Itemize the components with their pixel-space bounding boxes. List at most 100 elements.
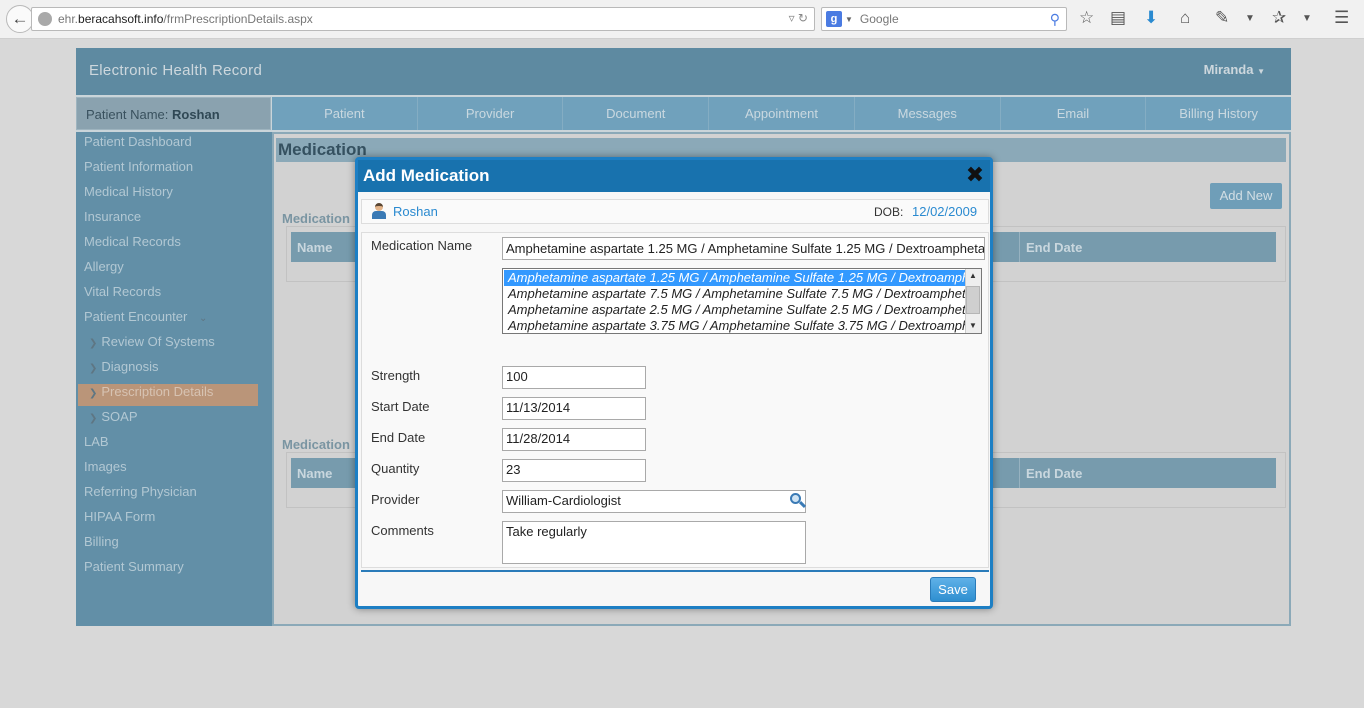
chevron-down-icon[interactable]: ▼ [1245, 13, 1255, 24]
provider-label: Provider [371, 492, 420, 507]
dialog-title: Add Medication [363, 166, 490, 185]
list-scrollbar[interactable]: ▲ ▼ [965, 269, 981, 333]
app-title: Electronic Health Record [89, 62, 263, 79]
nav-patient[interactable]: Patient [272, 97, 418, 130]
chevron-down-icon[interactable]: ▼ [845, 15, 853, 24]
sidebar-item-patient-information[interactable]: Patient Information [84, 159, 193, 174]
browser-toolbar: ← ehr.beracahsoft.info/frmPrescriptionDe… [0, 0, 1364, 39]
sidebar-item-soap[interactable]: SOAP [89, 409, 137, 424]
nav-document[interactable]: Document [563, 97, 710, 130]
dialog-header: Add Medication ✖ [358, 160, 990, 192]
sidebar-item-billing[interactable]: Billing [84, 534, 119, 549]
dob-label: DOB: [874, 205, 904, 219]
grid-column-end-date: End Date [1019, 232, 1088, 262]
star-icon[interactable]: ☆ [1079, 8, 1094, 28]
chevron-down-icon[interactable]: ⌄ [199, 313, 207, 324]
section-label-past: Medication [282, 437, 350, 452]
medication-name-label: Medication Name [371, 238, 473, 253]
medication-option[interactable]: Amphetamine aspartate 7.5 MG / Amphetami… [504, 286, 965, 302]
scroll-up-icon[interactable]: ▲ [965, 269, 981, 283]
search-icon[interactable] [788, 492, 807, 510]
nav-provider[interactable]: Provider [418, 97, 564, 130]
sidebar-item-patient-summary[interactable]: Patient Summary [84, 559, 184, 574]
nav-email[interactable]: Email [1001, 97, 1147, 130]
tools-icon[interactable]: ✎ [1215, 8, 1229, 28]
patient-avatar-icon [371, 203, 387, 219]
dialog-patient-info: Roshan DOB: 12/02/2009 [361, 199, 989, 224]
dialog-patient-name[interactable]: Roshan [393, 204, 438, 219]
back-arrow-icon[interactable]: ← [6, 5, 34, 33]
provider-input[interactable]: William-Cardiologist [502, 490, 806, 513]
app-header: Electronic Health Record Miranda ▼ [76, 48, 1291, 95]
sidebar-item-diagnosis[interactable]: Diagnosis [89, 359, 158, 374]
sidebar-item-lab[interactable]: LAB [84, 434, 109, 449]
patient-name-tab: Patient Name: Roshan [76, 97, 271, 130]
scrollbar-thumb[interactable] [966, 286, 980, 314]
quantity-input[interactable]: 23 [502, 459, 646, 482]
top-navigation: Patient Provider Document Appointment Me… [272, 97, 1291, 130]
save-button[interactable]: Save [930, 577, 976, 602]
sidebar: Patient Dashboard Patient Information Me… [76, 132, 272, 626]
comments-label: Comments [371, 523, 434, 538]
section-label-current: Medication [282, 211, 350, 226]
sidebar-item-review-of-systems[interactable]: Review Of Systems [89, 334, 214, 349]
dob-value: 12/02/2009 [912, 204, 978, 219]
sidebar-item-hipaa-form[interactable]: HIPAA Form [84, 509, 155, 524]
grid-column-end-date: End Date [1019, 458, 1088, 488]
google-icon[interactable]: g [826, 11, 842, 27]
start-date-label: Start Date [371, 399, 430, 414]
sidebar-item-patient-encounter[interactable]: Patient Encounter ⌄ [84, 309, 207, 324]
grid-column-name: Name [297, 466, 333, 481]
strength-label: Strength [371, 368, 421, 383]
menu-icon[interactable]: ☰ [1334, 8, 1349, 28]
reload-icon[interactable]: ▿ ↻ [789, 11, 808, 25]
sidebar-item-vital-records[interactable]: Vital Records [84, 284, 161, 299]
add-new-button[interactable]: Add New [1210, 183, 1282, 209]
user-name[interactable]: Miranda [1204, 62, 1254, 77]
chevron-down-icon[interactable]: ▼ [1257, 67, 1265, 76]
sidebar-item-allergy[interactable]: Allergy [84, 259, 124, 274]
medication-option[interactable]: Amphetamine aspartate 2.5 MG / Amphetami… [504, 302, 965, 318]
patient-name-value: Roshan [172, 107, 220, 122]
end-date-label: End Date [371, 430, 426, 445]
add-medication-dialog: Add Medication ✖ Roshan DOB: 12/02/2009 … [355, 157, 993, 609]
url-text: ehr.beracahsoft.info/frmPrescriptionDeta… [58, 12, 313, 26]
addon-icon[interactable]: ✰ [1272, 8, 1286, 28]
scroll-down-icon[interactable]: ▼ [965, 319, 981, 333]
patient-name-label: Patient Name: [86, 107, 169, 122]
search-input[interactable]: Google [860, 12, 899, 26]
user-menu[interactable]: Miranda ▼ [1204, 62, 1265, 77]
sidebar-item-insurance[interactable]: Insurance [84, 209, 141, 224]
comments-textarea[interactable]: Take regularly [502, 521, 806, 564]
close-icon[interactable]: ✖ [964, 162, 986, 188]
strength-input[interactable]: 100 [502, 366, 646, 389]
download-icon[interactable]: ⬇ [1144, 8, 1158, 28]
grid-column-name: Name [297, 240, 333, 255]
quantity-label: Quantity [371, 461, 420, 476]
sidebar-item-medical-history[interactable]: Medical History [84, 184, 173, 199]
home-icon[interactable]: ⌂ [1180, 8, 1190, 28]
globe-icon [38, 12, 52, 26]
sidebar-item-referring-physician[interactable]: Referring Physician [84, 484, 197, 499]
search-bar[interactable]: g ▼ Google ⚲ [821, 7, 1067, 31]
sidebar-item-medical-records[interactable]: Medical Records [84, 234, 181, 249]
medication-name-input[interactable]: Amphetamine aspartate 1.25 MG / Amphetam… [502, 237, 985, 260]
address-bar[interactable]: ehr.beracahsoft.info/frmPrescriptionDeta… [31, 7, 815, 31]
medication-option[interactable]: Amphetamine aspartate 3.75 MG / Amphetam… [504, 318, 965, 333]
nav-appointment[interactable]: Appointment [709, 97, 855, 130]
end-date-input[interactable]: 11/28/2014 [502, 428, 646, 451]
start-date-input[interactable]: 11/13/2014 [502, 397, 646, 420]
chevron-down-icon[interactable]: ▼ [1302, 13, 1312, 24]
dialog-divider [361, 570, 989, 572]
sidebar-item-patient-dashboard[interactable]: Patient Dashboard [84, 134, 192, 149]
reading-list-icon[interactable]: ▤ [1110, 8, 1126, 28]
sidebar-item-prescription-details[interactable]: Prescription Details [89, 384, 213, 399]
search-icon[interactable]: ⚲ [1050, 11, 1060, 28]
nav-billing-history[interactable]: Billing History [1146, 97, 1291, 130]
sidebar-item-label[interactable]: Patient Encounter [84, 309, 187, 324]
medication-option[interactable]: Amphetamine aspartate 1.25 MG / Amphetam… [504, 270, 965, 286]
nav-messages[interactable]: Messages [855, 97, 1001, 130]
medication-suggestion-list[interactable]: Amphetamine aspartate 1.25 MG / Amphetam… [502, 268, 982, 334]
medication-form: Medication Name Amphetamine aspartate 1.… [361, 232, 989, 568]
sidebar-item-images[interactable]: Images [84, 459, 127, 474]
